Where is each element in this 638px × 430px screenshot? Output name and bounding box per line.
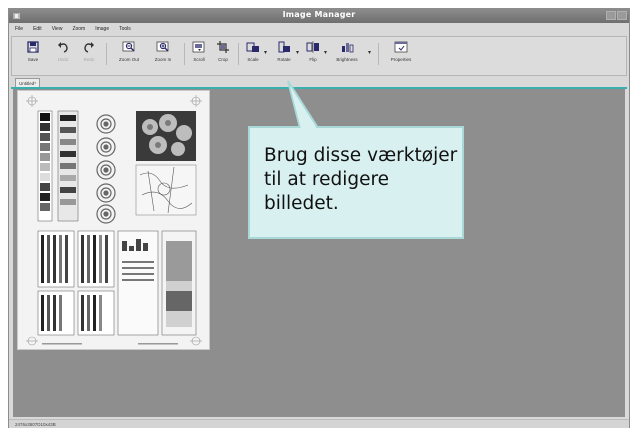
callout-pointer-mask <box>290 86 317 129</box>
